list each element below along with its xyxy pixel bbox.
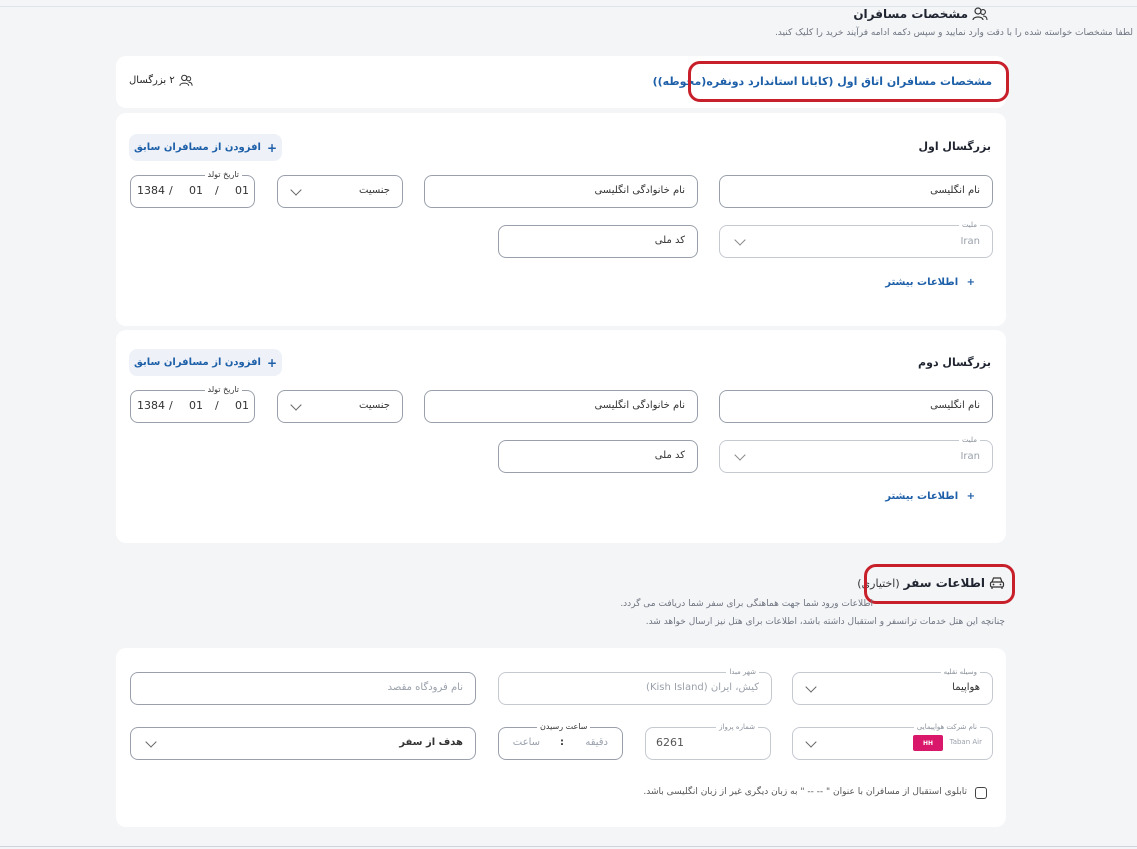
birth-month[interactable]: 01 <box>189 399 203 412</box>
arrival-separator: : <box>560 737 564 748</box>
nationality-label: ملیت <box>958 220 980 230</box>
arrival-minute[interactable]: دقیقه <box>585 737 608 748</box>
flight-number-input[interactable]: شماره پرواز 6261 <box>645 722 771 760</box>
birth-month[interactable]: 01 <box>189 184 203 197</box>
adult-2-national-code-input[interactable]: کد ملی <box>498 440 698 473</box>
plus-icon: + <box>966 277 975 288</box>
adult-1-birthdate-field[interactable]: تاریخ تولد 1384 / 01 / 01 <box>130 170 255 208</box>
adult-1-add-previous-button[interactable]: + افزودن از مسافران سابق <box>129 134 282 161</box>
adult-2-first-name-input[interactable]: نام انگلیسی <box>719 390 993 423</box>
first-name-placeholder: نام انگلیسی <box>930 400 980 411</box>
trip-section-desc-2: چنانچه این هتل خدمات ترانسفر و استقبال د… <box>645 617 1005 627</box>
destination-airport-placeholder: نام فرودگاه مقصد <box>387 682 463 693</box>
vehicle-label: وسیله نقلیه <box>940 667 980 677</box>
airline-value: Taban Air <box>949 738 982 746</box>
airline-logo: HH <box>913 735 943 751</box>
plus-icon: + <box>966 491 975 502</box>
adult-1-more-info-link[interactable]: + اطلاعات بیشتر <box>885 277 975 288</box>
airline-label: نام شرکت هواپیمایی <box>913 722 980 732</box>
last-name-placeholder: نام خانوادگی انگلیسی <box>594 400 685 411</box>
adult-1-national-code-input[interactable]: کد ملی <box>498 225 698 258</box>
chevron-down-icon <box>145 736 157 748</box>
trip-purpose-select[interactable]: هدف از سفر <box>130 727 476 760</box>
adults-count: ۲ بزرگسال <box>129 74 193 87</box>
origin-city-label: شهر مبدا <box>726 667 759 677</box>
adults-count-label: ۲ بزرگسال <box>129 75 175 86</box>
chevron-down-icon <box>290 399 302 411</box>
airline-select[interactable]: نام شرکت هواپیمایی Taban Air HH <box>792 722 993 760</box>
date-separator: / <box>169 399 173 412</box>
birth-year[interactable]: 1384 <box>137 184 165 197</box>
national-code-placeholder: کد ملی <box>654 450 685 461</box>
add-previous-label: افزودن از مسافران سابق <box>134 357 261 368</box>
adult-2-title: بزرگسال دوم <box>918 356 991 369</box>
nationality-value: Iran <box>960 451 980 462</box>
passengers-section-subtitle: لطفا مشخصات خواسته شده را با دقت وارد نم… <box>774 28 1133 38</box>
users-icon <box>179 74 193 86</box>
plus-icon: + <box>266 140 277 155</box>
origin-city-value: کیش، ایران (Kish Island) <box>646 682 759 693</box>
passengers-section-header: مشخصات مسافران <box>853 7 988 21</box>
welcome-board-checkbox[interactable] <box>975 787 987 799</box>
birthdate-label: تاریخ تولد <box>204 170 242 180</box>
destination-airport-input[interactable]: نام فرودگاه مقصد <box>130 672 476 705</box>
chevron-down-icon <box>805 736 817 748</box>
passengers-section-title: مشخصات مسافران <box>853 7 968 21</box>
add-previous-label: افزودن از مسافران سابق <box>134 142 261 153</box>
vehicle-select[interactable]: وسیله نقلیه هواپیما <box>792 667 993 705</box>
vehicle-value: هواپیما <box>952 682 980 693</box>
chevron-down-icon <box>734 234 746 246</box>
adult-2-nationality-select[interactable]: ملیت Iran <box>719 435 993 473</box>
adult-1-first-name-input[interactable]: نام انگلیسی <box>719 175 993 208</box>
gender-placeholder: جنسیت <box>359 400 390 411</box>
flight-number-label: شماره پرواز <box>716 722 758 732</box>
first-name-placeholder: نام انگلیسی <box>930 185 980 196</box>
birth-day[interactable]: 01 <box>235 399 249 412</box>
more-info-label: اطلاعات بیشتر <box>885 491 959 502</box>
trip-section-desc-1: اطلاعات ورود شما جهت هماهنگی برای سفر شم… <box>620 599 873 609</box>
arrival-hour[interactable]: ساعت <box>513 737 540 748</box>
birth-year[interactable]: 1384 <box>137 399 165 412</box>
chevron-down-icon <box>805 681 817 693</box>
date-separator: / <box>215 184 219 197</box>
chevron-down-icon <box>290 184 302 196</box>
arrival-time-field[interactable]: ساعت رسیدن دقیقه : ساعت <box>498 722 623 760</box>
national-code-placeholder: کد ملی <box>654 235 685 246</box>
trip-purpose-placeholder: هدف از سفر <box>399 737 463 748</box>
birthdate-label: تاریخ تولد <box>204 385 242 395</box>
users-icon <box>972 7 988 21</box>
nationality-value: Iran <box>960 236 980 247</box>
adult-2-add-previous-button[interactable]: + افزودن از مسافران سابق <box>129 349 282 376</box>
chevron-down-icon <box>734 449 746 461</box>
last-name-placeholder: نام خانوادگی انگلیسی <box>594 185 685 196</box>
adult-2-more-info-link[interactable]: + اطلاعات بیشتر <box>885 491 975 502</box>
room-title-highlight <box>688 61 1009 102</box>
more-info-label: اطلاعات بیشتر <box>885 277 959 288</box>
adult-1-last-name-input[interactable]: نام خانوادگی انگلیسی <box>424 175 698 208</box>
welcome-board-label: تابلوی استقبال از مسافران با عنوان " -- … <box>643 787 967 797</box>
adult-2-birthdate-field[interactable]: تاریخ تولد 1384 / 01 / 01 <box>130 385 255 423</box>
gender-placeholder: جنسیت <box>359 185 390 196</box>
plus-icon: + <box>266 355 277 370</box>
flight-number-value: 6261 <box>656 736 684 749</box>
adult-1-nationality-select[interactable]: ملیت Iran <box>719 220 993 258</box>
adult-2-gender-select[interactable]: جنسیت <box>277 390 403 423</box>
date-separator: / <box>215 399 219 412</box>
adult-1-gender-select[interactable]: جنسیت <box>277 175 403 208</box>
birth-day[interactable]: 01 <box>235 184 249 197</box>
trip-title-highlight <box>864 564 1015 604</box>
date-separator: / <box>169 184 173 197</box>
adult-2-last-name-input[interactable]: نام خانوادگی انگلیسی <box>424 390 698 423</box>
bottom-divider <box>0 846 1137 847</box>
adult-1-title: بزرگسال اول <box>918 140 991 153</box>
nationality-label: ملیت <box>958 435 980 445</box>
arrival-time-label: ساعت رسیدن <box>537 722 591 732</box>
origin-city-select[interactable]: شهر مبدا کیش، ایران (Kish Island) <box>498 667 772 705</box>
